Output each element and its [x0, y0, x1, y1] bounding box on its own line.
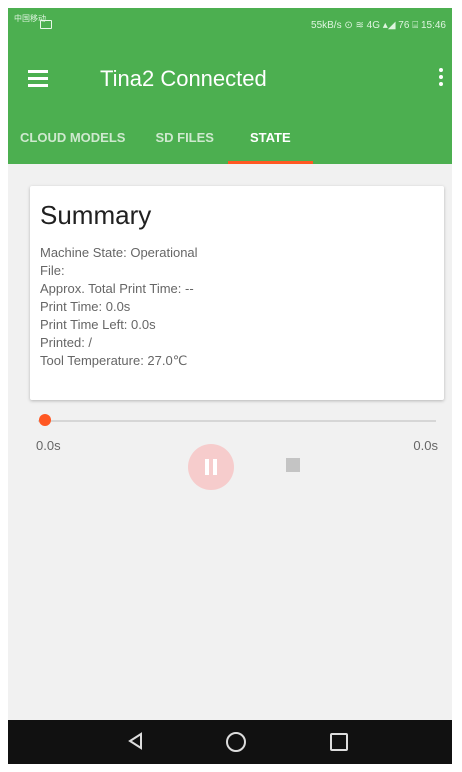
stop-button[interactable]: [286, 458, 300, 472]
print-time-text: Print Time: 0.0s: [40, 299, 131, 314]
home-icon[interactable]: [226, 732, 246, 752]
summary-details: Machine State: Operational File: Approx.…: [40, 244, 198, 370]
elapsed-time: 0.0s: [36, 438, 61, 453]
print-progress-track: [38, 420, 436, 422]
tab-bar: CLOUD MODELS SD FILES STATE: [8, 114, 452, 164]
pause-icon: [205, 459, 209, 475]
tab-sd-files[interactable]: SD FILES: [155, 114, 214, 164]
print-time-left-text: Print Time Left: 0.0s: [40, 317, 156, 332]
status-indicators: 55kB/s ⊙ ≋ 4G ▴◢ 76 ⌸ 15:46: [311, 20, 446, 31]
tool-temperature-text: Tool Temperature: 27.0℃: [40, 353, 188, 368]
system-nav-bar: [8, 720, 452, 764]
summary-title: Summary: [40, 200, 152, 230]
app-bar: Tina2 Connected: [8, 42, 452, 114]
hamburger-menu-icon[interactable]: [28, 70, 48, 87]
notification-icon: [40, 20, 52, 29]
status-bar: 中国移动 55kB/s ⊙ ≋ 4G ▴◢ 76 ⌸ 15:46: [8, 8, 452, 42]
recent-apps-icon[interactable]: [330, 733, 348, 751]
remaining-time: 0.0s: [413, 438, 438, 453]
print-progress-thumb[interactable]: [39, 414, 51, 426]
printed-text: Printed: /: [40, 335, 93, 350]
phone-screen: 中国移动 55kB/s ⊙ ≋ 4G ▴◢ 76 ⌸ 15:46 Tina2 C…: [8, 8, 452, 764]
overflow-menu-icon[interactable]: [438, 68, 444, 88]
back-icon[interactable]: [126, 731, 146, 751]
tab-state[interactable]: STATE: [228, 114, 313, 164]
tab-cloud-models[interactable]: CLOUD MODELS: [20, 114, 125, 164]
machine-state-text: Machine State: Operational: [40, 245, 198, 260]
app-title: Tina2 Connected: [100, 66, 267, 91]
total-print-time-text: Approx. Total Print Time: --: [40, 281, 194, 296]
pause-button[interactable]: [188, 444, 234, 490]
file-text: File:: [40, 263, 65, 278]
summary-card: Summary Machine State: Operational File:…: [30, 186, 444, 400]
